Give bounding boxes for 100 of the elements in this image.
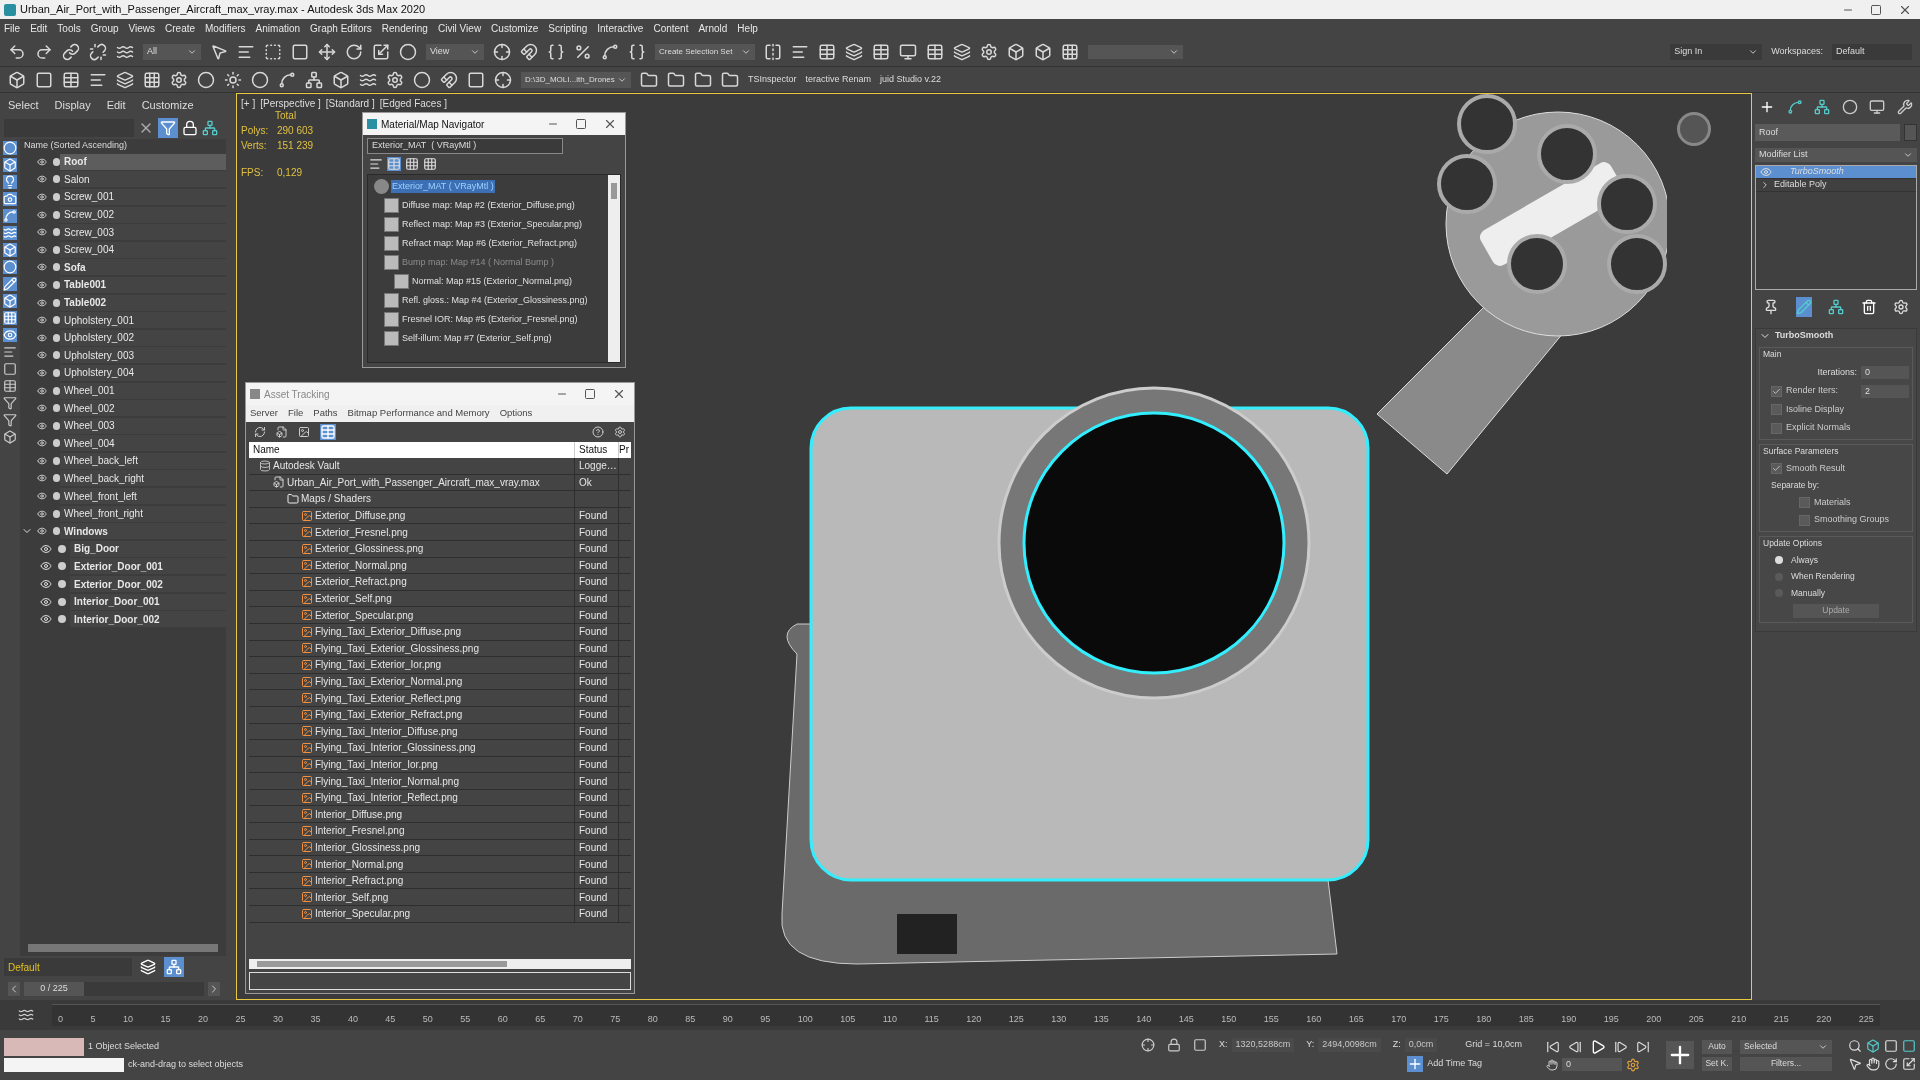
asset-name[interactable]: Flying_Taxi_Exterior_Normal.png (315, 674, 463, 689)
eye-icon[interactable] (37, 507, 48, 520)
link-icon[interactable] (62, 42, 80, 61)
wave-icon[interactable] (3, 226, 17, 240)
dashed-square-icon[interactable] (264, 42, 282, 61)
time-slider-thumb[interactable]: 0 / 225 (24, 982, 84, 996)
horizontal-scrollbar[interactable] (28, 944, 218, 952)
render-iters-spinner[interactable]: 2 (1861, 384, 1909, 398)
viewport-label[interactable]: [+ ] (241, 96, 256, 111)
move-icon[interactable] (318, 42, 336, 61)
asset-name[interactable]: Flying_Taxi_Interior_Diffuse.png (315, 723, 458, 739)
menu-item[interactable]: Graph Editors (310, 20, 372, 36)
map-tree-item[interactable]: Fresnel IOR: Map #5 (Exterior_Fresnel.png) (401, 312, 579, 327)
pan-icon[interactable] (1866, 1057, 1880, 1071)
redo-icon[interactable] (35, 42, 53, 61)
network-icon[interactable] (305, 70, 323, 89)
scene-object-item[interactable]: Screw_002 (60, 206, 226, 223)
image-icon[interactable] (298, 426, 310, 438)
close-icon[interactable] (612, 387, 626, 401)
asset-name[interactable]: Flying_Taxi_Interior_Ior.png (315, 757, 438, 772)
asset-name[interactable]: Interior_Glossiness.png (315, 839, 421, 855)
layers-icon[interactable] (140, 959, 156, 975)
current-frame-spinner[interactable]: 0 (1562, 1058, 1622, 1071)
menu-item[interactable]: Views (128, 20, 155, 36)
menu-item[interactable]: Rendering (381, 20, 428, 36)
menu-item[interactable]: File (288, 406, 304, 421)
workspace-dropdown[interactable]: Default (1832, 43, 1912, 60)
map-tree-item[interactable]: Self-illum: Map #7 (Exterior_Self.png) (401, 331, 553, 346)
table-icon[interactable] (62, 70, 80, 89)
scene-object-item[interactable]: Sofa (60, 259, 226, 276)
scene-object-item[interactable]: Wheel_004 (60, 435, 226, 452)
lock-icon[interactable] (1167, 1038, 1182, 1052)
modifier-list-dropdown[interactable]: Modifier List (1755, 148, 1917, 162)
cube-icon[interactable] (1034, 42, 1052, 61)
viewport-label[interactable]: [Perspective ] (260, 96, 321, 111)
play-icon[interactable] (1590, 1038, 1606, 1055)
script-input-field[interactable] (4, 1058, 124, 1072)
grid-icon[interactable] (1061, 42, 1079, 61)
menu-item[interactable]: Modifiers (205, 20, 246, 36)
eye-icon[interactable] (40, 613, 52, 626)
scene-object-item[interactable]: Windows (60, 523, 226, 540)
scene-object-item[interactable]: Table002 (60, 294, 226, 311)
eye-icon[interactable] (37, 278, 48, 291)
scene-object-item[interactable]: Wheel_002 (60, 400, 226, 417)
funnel-icon[interactable] (3, 413, 17, 427)
menu-item[interactable]: Create (165, 20, 196, 36)
braces-icon[interactable] (628, 42, 646, 61)
script-button[interactable]: teractive Renam (805, 72, 872, 87)
key-filter-dropdown[interactable]: Selected (1740, 1039, 1832, 1054)
undo-icon[interactable] (8, 42, 26, 61)
asset-name[interactable]: Flying_Taxi_Interior_Glossiness.png (315, 740, 476, 756)
folder-add-icon[interactable] (694, 70, 712, 89)
folder-up-icon[interactable] (721, 70, 739, 89)
menu-item[interactable]: Bitmap Performance and Memory (347, 406, 490, 421)
scene-object-item[interactable]: Roof (60, 153, 226, 170)
reference-coordinate-dropdown[interactable]: View (426, 43, 484, 60)
column-header[interactable]: Name (Sorted Ascending) (20, 139, 226, 153)
timeline-track[interactable]: 0 5 10 15 20 25 30 35 40 45 50 55 60 65 70 75 80 85 90 95 100 105 110 115 120 125 130 135 140 145 150 155 160 165 170 175 180 185 190 195 200 205 210 215 220 225 (52, 1004, 1880, 1026)
asset-name[interactable]: Urban_Air_Port_with_Passenger_Aircraft_max_vray.max (287, 474, 540, 490)
checkbox[interactable] (1771, 404, 1782, 415)
explorer-menu-item[interactable]: Display (54, 96, 91, 114)
go-to-end-icon[interactable] (1636, 1039, 1650, 1054)
asset-name[interactable]: Autodesk Vault (273, 458, 340, 474)
cube-icon[interactable] (332, 70, 350, 89)
magnet-icon[interactable] (520, 42, 538, 61)
eye-icon[interactable] (37, 296, 48, 309)
asset-name[interactable]: Flying_Taxi_Exterior_Refract.png (315, 707, 463, 723)
scene-object-item[interactable]: Interior_Door_002 (70, 611, 226, 628)
scene-object-item[interactable]: Salon (60, 171, 226, 188)
rotate-icon[interactable] (345, 42, 363, 61)
percent-icon[interactable] (574, 42, 592, 61)
scene-object-item[interactable]: Upholstery_004 (60, 364, 226, 381)
grid-table-icon[interactable] (872, 42, 890, 61)
explorer-menu-item[interactable]: Select (8, 96, 39, 114)
asset-name[interactable]: Exterior_Specular.png (315, 607, 414, 623)
menu-item[interactable]: Civil View (437, 20, 482, 36)
scene-object-item[interactable]: Upholstery_002 (60, 329, 226, 346)
mirror-icon[interactable] (764, 42, 782, 61)
menu-item[interactable]: Customize (491, 20, 539, 36)
coordinate-field[interactable]: 0,0cm (1404, 1038, 1438, 1052)
square-icon[interactable] (35, 70, 53, 89)
trash-icon[interactable] (1860, 299, 1877, 315)
list-icon[interactable] (3, 379, 17, 393)
eye-icon[interactable] (37, 419, 48, 432)
maximize-icon[interactable] (584, 388, 596, 400)
close-icon[interactable] (603, 117, 617, 131)
horizontal-scrollbar[interactable] (249, 959, 631, 969)
asset-name[interactable]: Exterior_Diffuse.png (315, 508, 406, 524)
asset-name[interactable]: Flying_Taxi_Exterior_Ior.png (315, 657, 442, 673)
utilities-icon[interactable] (1896, 99, 1913, 115)
scene-object-item[interactable]: Wheel_back_left (60, 452, 226, 469)
table-icon[interactable] (818, 42, 836, 61)
project-path-dropdown[interactable]: D:\3D_MOLI...ith_Drones (521, 71, 631, 88)
spline-icon[interactable] (278, 70, 296, 89)
eye-icon[interactable] (40, 560, 52, 573)
monitor-icon[interactable] (899, 42, 917, 61)
eye-icon[interactable] (37, 366, 48, 379)
eye-icon[interactable] (40, 578, 52, 591)
menu-item[interactable]: Help (737, 20, 758, 36)
set-key-button[interactable]: Set K. (1702, 1056, 1732, 1071)
